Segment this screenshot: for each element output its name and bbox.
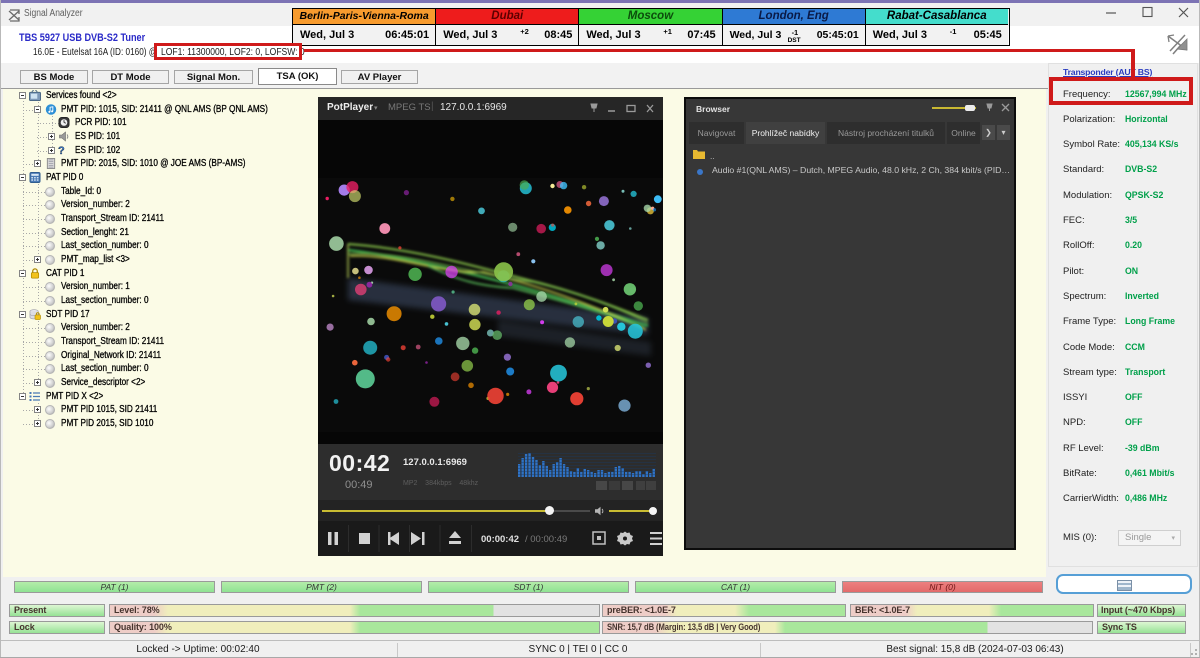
- svg-text:00:00:42: 00:00:42: [481, 534, 519, 545]
- svg-text:/ 00:00:49: / 00:00:49: [525, 534, 567, 545]
